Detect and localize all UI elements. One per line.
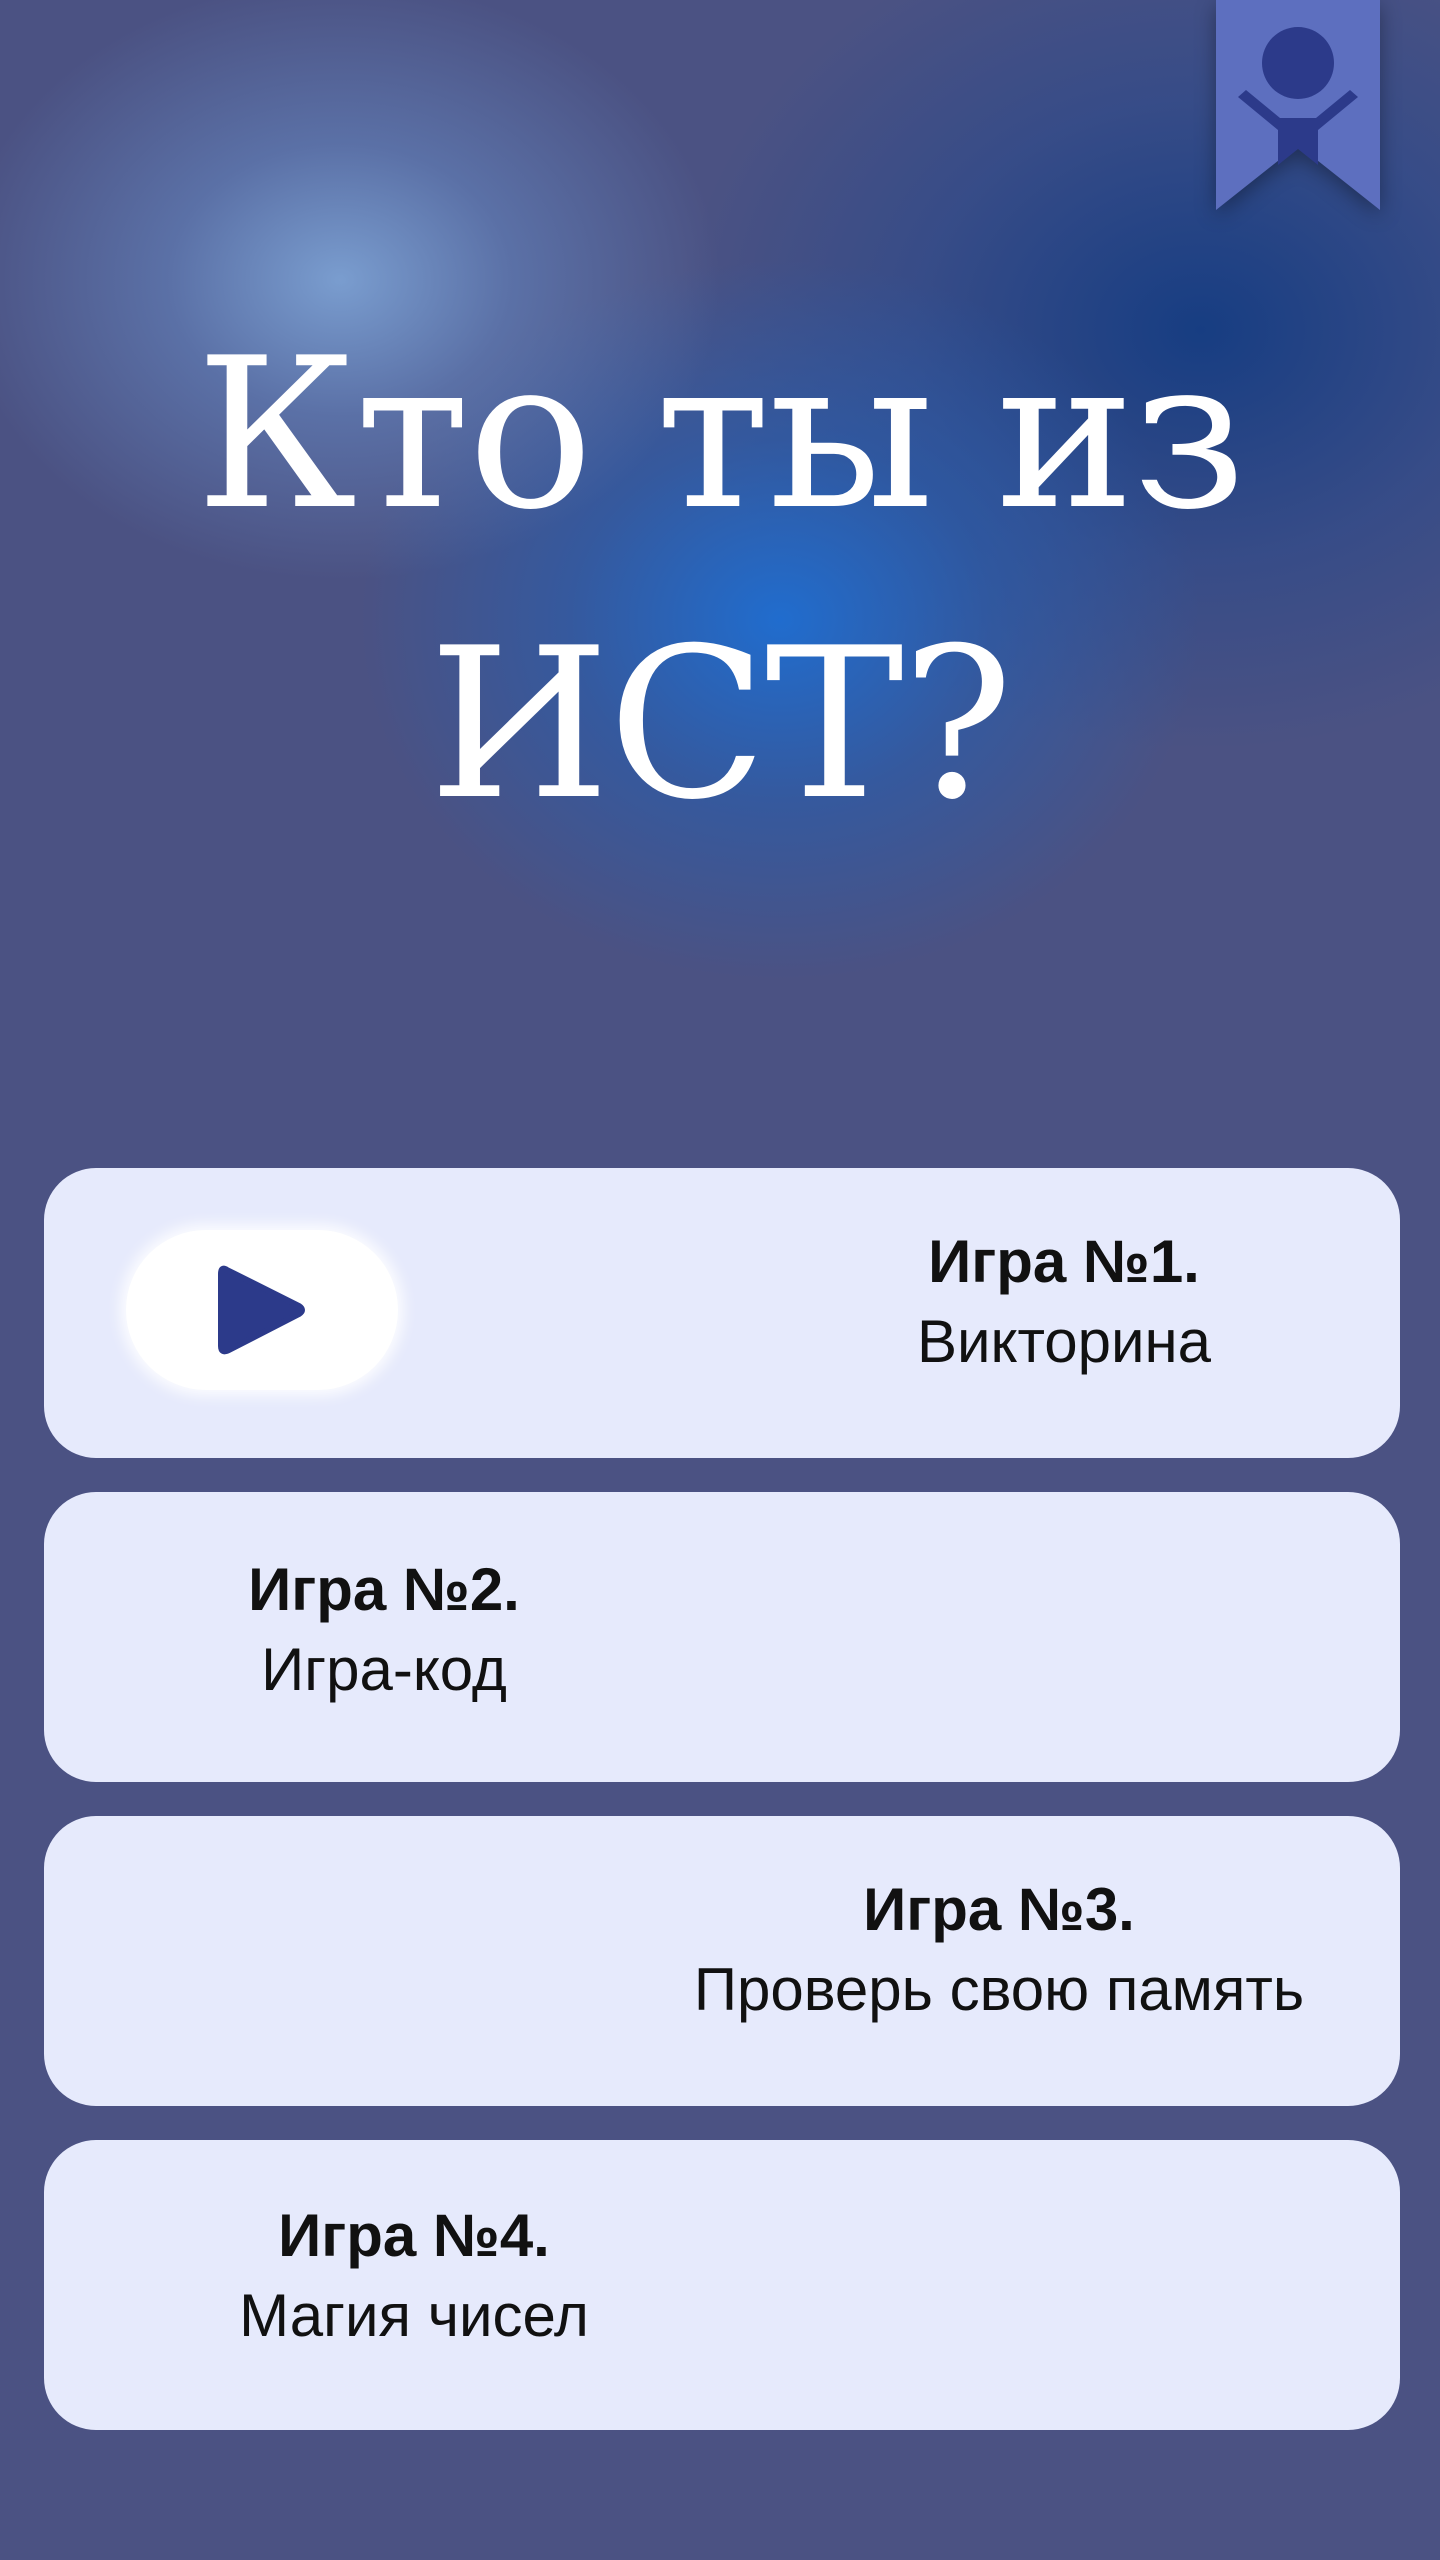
person-icon	[1216, 0, 1380, 210]
game-card-4[interactable]: Игра №4. Магия чисел	[44, 2140, 1400, 2430]
play-icon	[218, 1265, 305, 1355]
game-2-text: Игра №2. Игра-код	[174, 1550, 594, 1710]
game-card-3[interactable]: Игра №3. Проверь свою память	[44, 1816, 1400, 2106]
game-3-text: Игра №3. Проверь свою память	[614, 1870, 1384, 2030]
game-4-text: Игра №4. Магия чисел	[164, 2196, 664, 2356]
game-3-name: Проверь свою память	[693, 1956, 1305, 2023]
game-1-number: Игра №1.	[928, 1228, 1200, 1295]
game-4-number: Игра №4.	[278, 2202, 550, 2269]
game-2-name: Игра-код	[261, 1636, 507, 1703]
game-1-name: Викторина	[916, 1308, 1212, 1375]
game-1-text: Игра №1. Викторина	[854, 1222, 1274, 1382]
profile-bookmark-button[interactable]	[1216, 0, 1380, 215]
play-button[interactable]	[126, 1230, 398, 1390]
game-4-name: Магия чисел	[239, 2282, 589, 2349]
game-card-2[interactable]: Игра №2. Игра-код	[44, 1492, 1400, 1782]
game-card-1[interactable]: Игра №1. Викторина	[44, 1168, 1400, 1458]
page-title: Кто ты из ИСТ?	[195, 314, 1246, 846]
game-3-number: Игра №3.	[863, 1876, 1135, 1943]
games-list: Игра №1. Викторина Игра №2. Игра-код Игр…	[44, 1168, 1400, 2464]
game-2-number: Игра №2.	[248, 1556, 520, 1623]
